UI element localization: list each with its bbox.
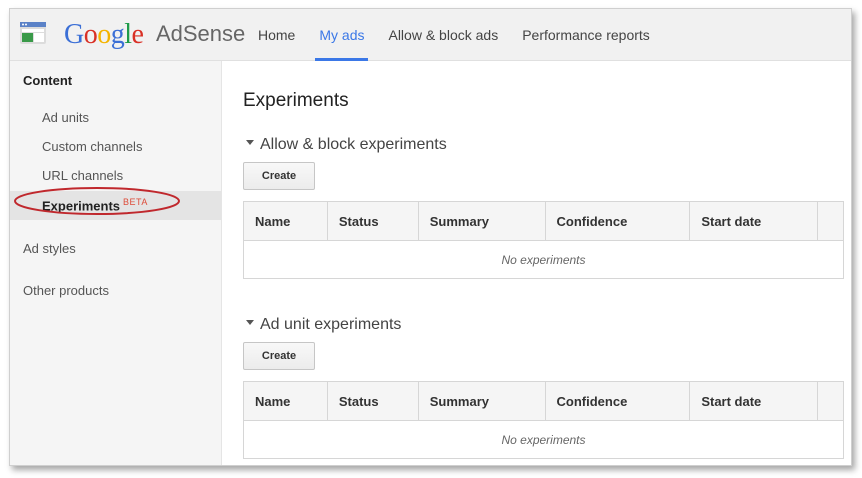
adsense-window: Google AdSense Home My ads Allow & block… bbox=[9, 8, 852, 466]
triangle-down-icon bbox=[246, 320, 254, 326]
column-header-summary[interactable]: Summary bbox=[417, 201, 546, 241]
sidebar-item-url-channels[interactable]: URL channels bbox=[42, 168, 123, 183]
page-title: Experiments bbox=[243, 90, 349, 111]
section-title-text: Allow & block experiments bbox=[260, 136, 447, 153]
section-allow-block-experiments[interactable]: Allow & block experiments bbox=[246, 136, 447, 154]
column-header-actions bbox=[817, 381, 844, 421]
sidebar-item-custom-channels[interactable]: Custom channels bbox=[42, 139, 142, 154]
left-sidebar: Content Ad units Custom channels URL cha… bbox=[10, 61, 222, 465]
table-row: No experiments bbox=[243, 240, 844, 279]
column-header-start-date[interactable]: Start date bbox=[689, 381, 819, 421]
beta-badge: BETA bbox=[123, 197, 148, 207]
section-title-text: Ad unit experiments bbox=[260, 316, 402, 333]
table-row: No experiments bbox=[243, 420, 844, 459]
column-header-confidence[interactable]: Confidence bbox=[544, 381, 691, 421]
column-header-name[interactable]: Name bbox=[243, 201, 328, 241]
google-wordmark: Google bbox=[64, 19, 144, 50]
column-header-actions bbox=[817, 201, 844, 241]
nav-my-ads[interactable]: My ads bbox=[315, 9, 369, 61]
column-header-confidence[interactable]: Confidence bbox=[544, 201, 691, 241]
sidebar-item-label: Experiments bbox=[42, 198, 121, 214]
triangle-down-icon bbox=[246, 140, 254, 146]
column-header-status[interactable]: Status bbox=[326, 201, 419, 241]
create-allow-block-experiment-button[interactable]: Create bbox=[243, 162, 315, 190]
product-name: AdSense bbox=[155, 21, 246, 46]
table-header-row: Name Status Summary Confidence Start dat… bbox=[243, 201, 844, 241]
create-ad-unit-experiment-button[interactable]: Create bbox=[243, 342, 315, 370]
top-nav: Home My ads Allow & block ads Performanc… bbox=[254, 9, 670, 61]
sidebar-heading-content[interactable]: Content bbox=[23, 73, 72, 88]
column-header-start-date[interactable]: Start date bbox=[689, 201, 819, 241]
nav-allow-block-ads[interactable]: Allow & block ads bbox=[384, 9, 502, 61]
google-adsense-logo[interactable]: Google AdSense bbox=[64, 19, 246, 50]
sidebar-item-experiments[interactable]: Experiments BETA bbox=[42, 197, 148, 213]
column-header-status[interactable]: Status bbox=[326, 381, 419, 421]
section-ad-unit-experiments[interactable]: Ad unit experiments bbox=[246, 316, 401, 334]
ad-unit-experiments-table: Name Status Summary Confidence Start dat… bbox=[243, 381, 844, 459]
nav-home[interactable]: Home bbox=[254, 9, 299, 61]
column-header-name[interactable]: Name bbox=[243, 381, 328, 421]
sidebar-item-ad-styles[interactable]: Ad styles bbox=[23, 241, 76, 256]
top-header: Google AdSense Home My ads Allow & block… bbox=[10, 9, 851, 61]
nav-performance-reports[interactable]: Performance reports bbox=[518, 9, 654, 61]
empty-table-message: No experiments bbox=[243, 240, 844, 279]
adsense-app-icon[interactable] bbox=[20, 22, 46, 44]
sidebar-item-other-products[interactable]: Other products bbox=[23, 283, 109, 298]
empty-table-message: No experiments bbox=[243, 420, 844, 459]
table-header-row: Name Status Summary Confidence Start dat… bbox=[243, 381, 844, 421]
main-content: Experiments Allow & block experiments Cr… bbox=[242, 61, 847, 465]
allow-block-experiments-table: Name Status Summary Confidence Start dat… bbox=[243, 201, 844, 279]
sidebar-item-ad-units[interactable]: Ad units bbox=[42, 110, 89, 125]
column-header-summary[interactable]: Summary bbox=[417, 381, 546, 421]
